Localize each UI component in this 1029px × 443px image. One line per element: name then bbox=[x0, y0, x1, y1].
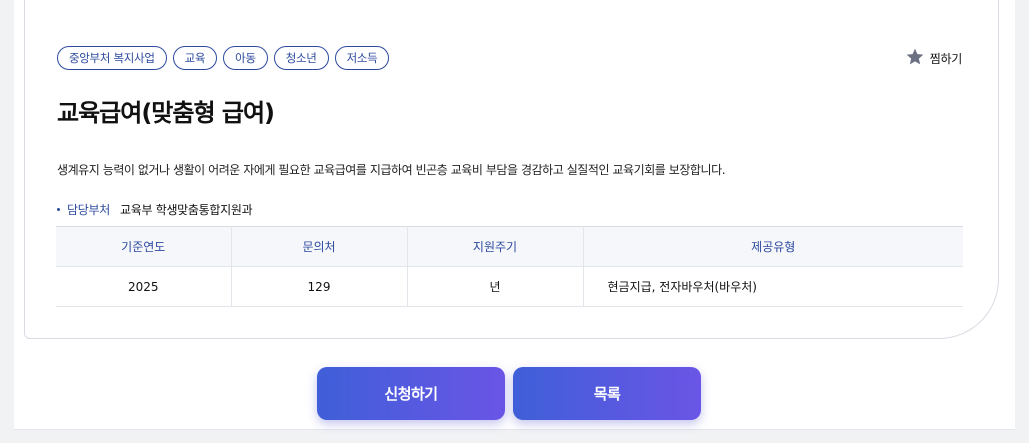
apply-button[interactable]: 신청하기 bbox=[317, 367, 505, 420]
service-description: 생계유지 능력이 없거나 생활이 어려운 자에게 필요한 교육급여를 지급하여 … bbox=[57, 163, 726, 177]
tag-low-income[interactable]: 저소득 bbox=[334, 46, 390, 70]
tag-list: 중앙부처 복지사업 교육 아동 청소년 저소득 bbox=[57, 46, 390, 70]
tag-central-welfare[interactable]: 중앙부처 복지사업 bbox=[57, 46, 167, 70]
header-contact: 문의처 bbox=[231, 226, 408, 267]
service-info-table: 기준연도 문의처 지원주기 제공유형 2025 129 년 현금지급, 전자바우… bbox=[56, 226, 963, 307]
favorite-button[interactable]: 찜하기 bbox=[905, 47, 962, 70]
header-provision-type: 제공유형 bbox=[583, 226, 963, 267]
cell-base-year: 2025 bbox=[56, 266, 232, 307]
table-header-row: 기준연도 문의처 지원주기 제공유형 bbox=[56, 226, 963, 267]
department-info: 담당부처 교육부 학생맞춤통합지원과 bbox=[57, 201, 253, 218]
list-button[interactable]: 목록 bbox=[513, 367, 701, 420]
favorite-label: 찜하기 bbox=[929, 52, 963, 66]
header-base-year: 기준연도 bbox=[56, 226, 232, 267]
star-icon bbox=[905, 47, 925, 70]
header-support-cycle: 지원주기 bbox=[407, 226, 584, 267]
tag-education[interactable]: 교육 bbox=[172, 46, 218, 70]
service-detail-card: 중앙부처 복지사업 교육 아동 청소년 저소득 찜하기 교육급여(맞춤형 급여)… bbox=[24, 0, 999, 339]
cell-support-cycle: 년 bbox=[407, 266, 584, 307]
page: 중앙부처 복지사업 교육 아동 청소년 저소득 찜하기 교육급여(맞춤형 급여)… bbox=[14, 0, 1015, 430]
tag-youth[interactable]: 청소년 bbox=[273, 46, 329, 70]
cell-provision-type: 현금지급, 전자바우처(바우처) bbox=[583, 266, 963, 307]
department-value: 교육부 학생맞춤통합지원과 bbox=[119, 203, 253, 217]
department-label: 담당부처 bbox=[67, 203, 110, 217]
table-row: 2025 129 년 현금지급, 전자바우처(바우처) bbox=[56, 266, 963, 307]
page-title: 교육급여(맞춤형 급여) bbox=[57, 99, 275, 127]
cell-contact: 129 bbox=[231, 266, 408, 307]
bullet-icon bbox=[57, 208, 60, 211]
tag-children[interactable]: 아동 bbox=[223, 46, 268, 70]
